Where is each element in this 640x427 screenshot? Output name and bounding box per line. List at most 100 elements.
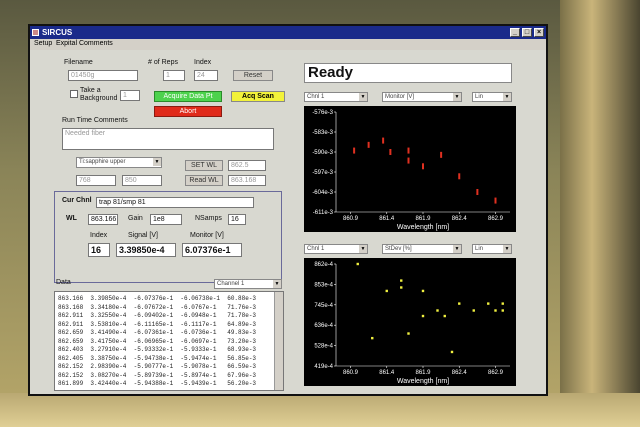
plot1-point <box>476 189 479 195</box>
source-select[interactable]: Ti:sapphire upper ▼ <box>76 157 162 168</box>
menu-comments[interactable]: Expital Comments <box>56 40 113 47</box>
menu-setup[interactable]: Setup <box>34 40 52 47</box>
plot2-point <box>385 289 388 293</box>
chevron-down-icon: ▼ <box>503 93 511 101</box>
plot2-xtick-label: 861.4 <box>379 370 395 376</box>
plot1-ytick-label: -590e-3 <box>312 150 333 156</box>
close-button[interactable]: × <box>534 28 544 37</box>
background-field[interactable]: 1 <box>120 90 140 101</box>
plot1-point <box>389 149 392 155</box>
plot2-point <box>356 262 359 266</box>
plot2-point <box>421 289 425 293</box>
monitor-field: 6.07376e-1 <box>182 243 242 257</box>
plot2-svg: 862e-4 853e-4 745e-4 636e-4 528e-4 419e-4 860.… <box>314 262 510 385</box>
plot1-point <box>367 141 370 148</box>
plot2-ytick-label: 636e-4 <box>314 323 333 329</box>
abort-button[interactable]: Abort <box>154 106 222 117</box>
plot2-point <box>443 314 446 318</box>
channel-name-field[interactable]: trap 81/smp 81 <box>96 197 254 208</box>
plot1-scale-value: Lin <box>475 94 484 100</box>
menu-bar: Setup Expital Comments <box>30 39 546 50</box>
plot2-point <box>494 309 497 312</box>
wl-min-field[interactable]: 768 <box>76 175 116 186</box>
gain-field: 1e8 <box>150 214 182 225</box>
plot2-point <box>487 302 490 305</box>
minimize-button[interactable]: _ <box>510 28 520 37</box>
plot2-point <box>450 350 454 354</box>
plot1-point <box>422 163 424 170</box>
plot2-point <box>407 332 410 335</box>
chevron-down-icon: ▼ <box>453 245 461 253</box>
plot1-scale-select[interactable]: Lin ▼ <box>472 92 512 102</box>
wl-max-field[interactable]: 850 <box>122 175 162 186</box>
plot1-svg: -576e-3 -583e-3 -590e-3 -597e-3 -604e-3 -611e… <box>312 110 510 231</box>
acq-scan-button[interactable]: Acq Scan <box>231 91 285 102</box>
plot1-point <box>353 147 356 154</box>
index-chan-label: Index <box>90 232 108 239</box>
plot2-scale-select[interactable]: Lin ▼ <box>472 244 512 254</box>
plot1-point <box>382 137 385 144</box>
plot1-point <box>407 147 410 154</box>
plot1-xtick-label: 862.9 <box>488 216 504 222</box>
plot1-ytick-label: -576e-3 <box>312 110 333 116</box>
plot2-channel-value: Chnl 1 <box>307 246 325 252</box>
app-window: SIRCUS _ □ × Setup Expital Comments File… <box>28 24 548 396</box>
plot2-quantity-value: StDev [%] <box>385 246 412 252</box>
data-channel-select[interactable]: Channel 1 ▼ <box>214 279 282 289</box>
plot1-quantity-select[interactable]: Monitor [V] ▼ <box>382 92 462 102</box>
plot2-channel-select[interactable]: Chnl 1 ▼ <box>304 244 368 254</box>
filename-field[interactable]: 01450g <box>68 70 138 81</box>
table-row[interactable]: 862.659 3.41750e-4 -6.06965e-1 -6.0697e-… <box>58 338 256 345</box>
table-row[interactable]: 862.405 3.38750e-4 -5.94738e-1 -5.9474e-… <box>58 355 256 362</box>
maximize-button[interactable]: □ <box>522 28 532 37</box>
table-row[interactable]: 863.168 3.34180e-4 -6.07672e-1 -6.0767e-… <box>58 304 256 311</box>
plot2-point <box>371 336 374 340</box>
plot2[interactable]: 862e-4 853e-4 745e-4 636e-4 528e-4 419e-4 860.… <box>304 258 516 386</box>
plot1[interactable]: -576e-3 -583e-3 -590e-3 -597e-3 -604e-3 -611e… <box>304 106 516 232</box>
plot2-xtick-label: 862.9 <box>488 370 504 376</box>
plot2-scale-value: Lin <box>475 246 484 252</box>
reps-field[interactable]: 1 <box>163 70 185 81</box>
plot1-channel-select[interactable]: Chnl 1 ▼ <box>304 92 368 102</box>
table-row[interactable]: 862.152 3.08270e-4 -5.89739e-1 -5.8974e-… <box>58 372 256 379</box>
reset-button[interactable]: Reset <box>233 70 273 81</box>
plot1-xtick-label: 862.4 <box>452 216 468 222</box>
plot2-point <box>436 309 439 312</box>
app-icon <box>32 29 39 36</box>
chevron-down-icon: ▼ <box>153 158 161 166</box>
table-row[interactable]: 862.403 3.27910e-4 -5.93332e-1 -5.9333e-… <box>58 346 256 353</box>
index-label: Index <box>194 59 212 66</box>
plot2-point <box>421 314 425 318</box>
plot1-point <box>494 197 497 204</box>
table-row[interactable]: 862.152 2.98390e-4 -5.90777e-1 -5.9078e-… <box>58 363 256 370</box>
index-chan-field: 16 <box>88 243 110 257</box>
scrollbar[interactable] <box>274 292 283 390</box>
nsamps-field: 16 <box>228 214 246 225</box>
plot2-quantity-select[interactable]: StDev [%] ▼ <box>382 244 462 254</box>
acquire-data-button[interactable]: Acquire Data Pt <box>154 91 222 102</box>
read-wl-field: 863.168 <box>228 175 266 186</box>
table-row[interactable]: 863.166 3.39850e-4 -6.07376e-1 -6.06738e… <box>58 295 256 302</box>
set-wl-button[interactable]: SET WL <box>185 160 223 171</box>
runtime-comments-field[interactable]: Needed fiber <box>62 128 274 150</box>
wl-label: WL <box>66 215 77 222</box>
nsamps-label: NSamps <box>195 215 222 222</box>
plot2-point <box>400 286 403 289</box>
index-field[interactable]: 24 <box>194 70 218 81</box>
plot1-ytick-label: -611e-3 <box>313 210 334 216</box>
data-table[interactable]: 863.166 3.39850e-4 -6.07376e-1 -6.06738e… <box>54 291 284 391</box>
data-label: Data <box>56 279 71 286</box>
monitor-bezel-right <box>560 0 640 427</box>
set-wl-field[interactable]: 862.5 <box>228 160 266 171</box>
table-row[interactable]: 862.659 3.41490e-4 -6.07361e-1 -6.0736e-… <box>58 329 256 336</box>
table-row[interactable]: 861.899 3.42440e-4 -5.94388e-1 -5.9439e-… <box>58 380 256 387</box>
plot1-point <box>407 157 410 164</box>
plot1-point <box>440 151 443 158</box>
read-wl-button[interactable]: Read WL <box>185 175 223 186</box>
table-row[interactable]: 862.911 3.53810e-4 -6.11165e-1 -6.1117e-… <box>58 321 256 328</box>
background-checkbox[interactable] <box>70 90 78 98</box>
status-display: Ready <box>304 63 512 83</box>
plot1-ytick-label: -583e-3 <box>312 130 333 136</box>
filename-label: Filename <box>64 59 93 66</box>
table-row[interactable]: 862.911 3.32550e-4 -6.09402e-1 -6.0948e-… <box>58 312 256 319</box>
